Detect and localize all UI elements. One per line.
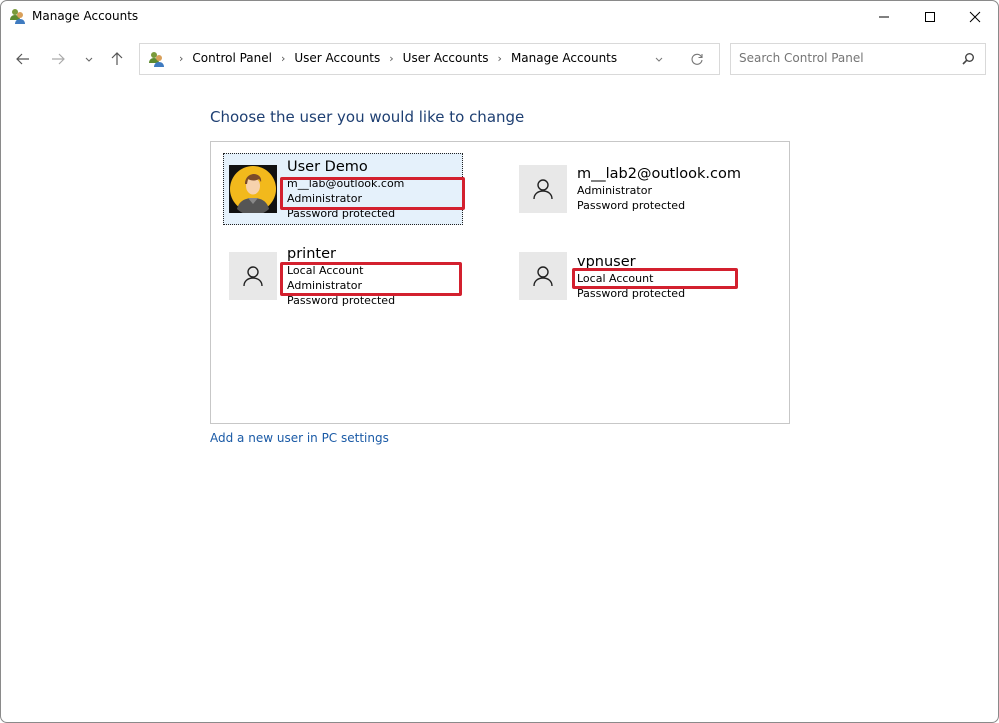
annotation-highlight <box>572 268 738 289</box>
account-type: Administrator <box>577 183 741 198</box>
account-tile-m-lab2[interactable]: m__lab2@outlook.com Administrator Passwo… <box>513 153 753 225</box>
title-bar: Manage Accounts <box>1 1 998 33</box>
avatar <box>519 165 567 213</box>
account-password-status: Password protected <box>577 198 741 213</box>
breadcrumb-separator: › <box>179 52 183 65</box>
page-heading: Choose the user you would like to change <box>210 108 524 126</box>
user-accounts-icon <box>148 50 166 68</box>
close-icon <box>969 11 981 23</box>
avatar <box>229 165 277 213</box>
accounts-list: User Demo m__lab@outlook.com Administrat… <box>210 141 790 424</box>
breadcrumb-separator: › <box>281 52 285 65</box>
user-photo-icon <box>229 165 277 213</box>
user-icon <box>531 177 555 201</box>
search-icon[interactable] <box>960 51 976 67</box>
navigation-bar: › Control Panel › User Accounts › User A… <box>1 43 998 75</box>
chevron-down-icon <box>84 54 94 64</box>
breadcrumb: › Control Panel › User Accounts › User A… <box>170 51 617 65</box>
add-new-user-link[interactable]: Add a new user in PC settings <box>210 431 389 445</box>
breadcrumb-separator: › <box>389 52 393 65</box>
refresh-button[interactable] <box>688 50 706 68</box>
arrow-right-icon <box>50 51 66 67</box>
breadcrumb-separator: › <box>498 52 502 65</box>
avatar <box>519 252 567 300</box>
account-name: printer <box>287 246 395 263</box>
recent-locations-button[interactable] <box>79 49 99 69</box>
refresh-icon <box>690 52 704 66</box>
chevron-down-icon <box>654 54 664 64</box>
account-name: m__lab2@outlook.com <box>577 166 741 183</box>
user-accounts-icon <box>9 7 27 25</box>
annotation-highlight <box>280 177 465 210</box>
manage-accounts-window: Manage Accounts <box>0 0 999 723</box>
breadcrumb-manage-accounts[interactable]: Manage Accounts <box>511 51 617 65</box>
breadcrumb-control-panel[interactable]: Control Panel <box>192 51 272 65</box>
user-icon <box>531 264 555 288</box>
search-box[interactable] <box>730 43 986 75</box>
arrow-left-icon <box>15 51 31 67</box>
breadcrumb-user-accounts-sub[interactable]: User Accounts <box>403 51 489 65</box>
back-button[interactable] <box>13 49 33 69</box>
maximize-icon <box>924 11 936 23</box>
account-name: User Demo <box>287 159 404 176</box>
minimize-icon <box>878 11 890 23</box>
account-details: m__lab2@outlook.com Administrator Passwo… <box>577 166 741 213</box>
breadcrumb-user-accounts[interactable]: User Accounts <box>294 51 380 65</box>
search-input[interactable] <box>739 51 949 65</box>
forward-button[interactable] <box>48 49 68 69</box>
maximize-button[interactable] <box>907 1 953 33</box>
arrow-up-icon <box>109 51 125 67</box>
close-button[interactable] <box>952 1 998 33</box>
avatar <box>229 252 277 300</box>
annotation-highlight <box>280 262 462 296</box>
address-history-dropdown[interactable] <box>651 51 667 67</box>
address-bar[interactable]: › Control Panel › User Accounts › User A… <box>139 43 720 75</box>
window-title: Manage Accounts <box>32 9 138 23</box>
minimize-button[interactable] <box>861 1 907 33</box>
user-icon <box>241 264 265 288</box>
up-button[interactable] <box>107 49 127 69</box>
